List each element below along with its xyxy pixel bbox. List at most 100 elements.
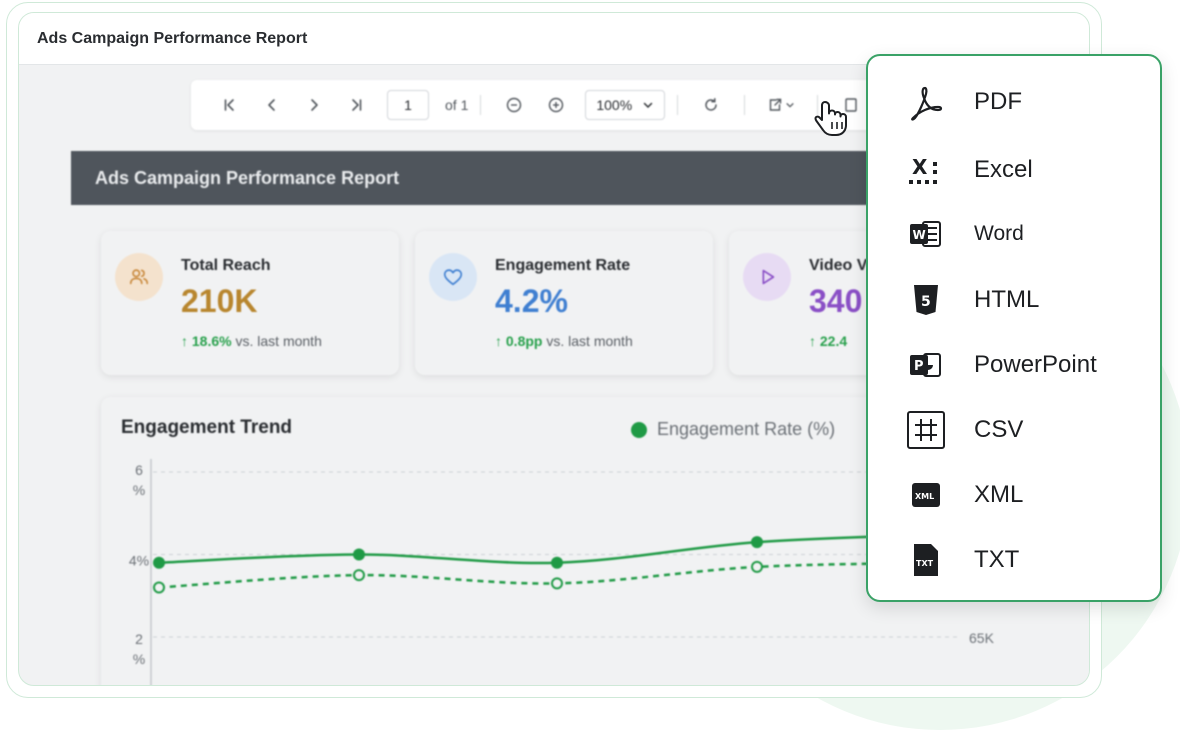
toolbar-divider	[744, 95, 746, 115]
xml-icon: XML	[906, 475, 946, 515]
kpi-change-suffix: vs. last month	[546, 333, 633, 349]
export-option-pdf[interactable]: PDF	[868, 74, 1160, 130]
export-menu: PDF X Excel W Word 5 HTML P PowerPoint C…	[866, 54, 1162, 602]
txt-icon: TXT	[906, 540, 946, 580]
data-point	[751, 560, 763, 573]
zoom-in-button[interactable]	[535, 90, 577, 120]
word-icon: W	[906, 214, 946, 254]
toolbar-divider	[480, 95, 482, 115]
chevron-down-icon	[644, 102, 653, 109]
window-title: Ads Campaign Performance Report	[37, 29, 308, 47]
svg-text:X: X	[912, 155, 928, 179]
chart-legend: Engagement Rate (%)	[631, 419, 835, 440]
export-option-label: CSV	[974, 416, 1024, 443]
kpi-change-value: 18.6%	[191, 333, 232, 349]
kpi-value: 340	[809, 283, 863, 319]
trend-up-icon: ↑	[495, 333, 506, 349]
excel-icon: X	[906, 150, 946, 190]
chevron-left-icon	[268, 99, 275, 111]
users-icon	[115, 253, 163, 301]
legend-label: Engagement Rate (%)	[657, 419, 836, 439]
first-page-button[interactable]	[209, 90, 251, 120]
kpi-change-suffix: vs. last month	[235, 333, 322, 349]
export-option-txt[interactable]: TXT TXT	[868, 532, 1160, 588]
csv-icon	[906, 410, 946, 450]
export-option-label: PDF	[974, 88, 1022, 115]
refresh-button[interactable]	[690, 90, 732, 120]
kpi-change: ↑ 22.4	[809, 333, 847, 349]
report-title: Ads Campaign Performance Report	[95, 167, 400, 188]
data-point	[551, 556, 563, 569]
toolbar-divider	[677, 95, 679, 115]
last-page-button[interactable]	[335, 90, 377, 120]
export-option-html[interactable]: 5 HTML	[868, 272, 1160, 328]
svg-text:TXT: TXT	[916, 559, 934, 568]
export-option-word[interactable]: W Word	[868, 206, 1160, 262]
y-tick-label: %	[133, 651, 145, 667]
data-point	[353, 569, 365, 582]
trend-up-icon: ↑	[809, 333, 820, 349]
kpi-card-total-reach: Total Reach 210K ↑ 18.6% vs. last month	[101, 231, 399, 375]
data-point	[551, 577, 563, 590]
html-icon: 5	[906, 280, 946, 320]
viewer-toolbar: 1 of 1 100%	[191, 80, 891, 130]
kpi-value: 210K	[181, 283, 258, 319]
export-option-xml[interactable]: XML XML	[868, 467, 1160, 523]
export-option-excel[interactable]: X Excel	[868, 142, 1160, 198]
export-option-label: XML	[974, 481, 1024, 508]
last-page-icon	[352, 99, 362, 111]
export-option-powerpoint[interactable]: P PowerPoint	[868, 337, 1160, 393]
hand-pointer-cursor-icon	[814, 101, 847, 136]
svg-text:P: P	[914, 359, 924, 374]
export-option-label: Excel	[974, 156, 1033, 183]
page-count-label: of 1	[445, 97, 469, 113]
data-point	[153, 581, 165, 594]
chevron-down-icon	[786, 103, 794, 108]
export-option-label: Word	[974, 222, 1024, 245]
play-icon	[743, 253, 791, 301]
svg-text:W: W	[913, 228, 926, 242]
refresh-icon	[705, 98, 718, 111]
export-option-label: PowerPoint	[974, 351, 1097, 378]
first-page-icon	[224, 99, 234, 111]
y-tick-label: 2	[135, 631, 143, 647]
kpi-card-engagement-rate: Engagement Rate 4.2% ↑ 0.8pp vs. last mo…	[415, 231, 713, 375]
chevron-right-icon	[311, 99, 318, 111]
export-icon	[770, 98, 782, 111]
export-option-label: TXT	[974, 546, 1020, 573]
kpi-change: ↑ 18.6% vs. last month	[181, 333, 322, 349]
y-tick-label: 4%	[129, 553, 149, 569]
kpi-change: ↑ 0.8pp vs. last month	[495, 333, 633, 349]
data-point	[153, 556, 165, 569]
kpi-label: Total Reach	[181, 257, 271, 274]
page-number-input[interactable]: 1	[387, 90, 429, 120]
y-tick-label: 6	[135, 462, 143, 478]
heart-icon	[429, 253, 477, 301]
y-tick-label: %	[133, 482, 145, 498]
kpi-value: 4.2%	[495, 283, 568, 319]
data-point	[353, 548, 365, 561]
svg-text:5: 5	[921, 294, 931, 310]
trend-up-icon: ↑	[181, 333, 192, 349]
kpi-label: Engagement Rate	[495, 257, 631, 274]
kpi-change-value: 22.4	[819, 333, 848, 349]
zoom-out-button[interactable]	[493, 90, 535, 120]
chart-title: Engagement Trend	[121, 417, 293, 438]
legend-marker	[631, 421, 647, 438]
previous-page-button[interactable]	[251, 90, 293, 120]
zoom-out-icon	[507, 97, 522, 113]
next-page-button[interactable]	[293, 90, 335, 120]
data-point	[751, 536, 763, 549]
export-option-csv[interactable]: CSV	[868, 402, 1160, 458]
kpi-change-value: 0.8pp	[505, 333, 543, 349]
kpi-label: Video V	[809, 257, 868, 274]
pdf-icon	[906, 82, 946, 122]
export-option-label: HTML	[974, 286, 1040, 313]
export-button[interactable]	[757, 90, 805, 120]
powerpoint-icon: P	[906, 345, 946, 385]
svg-text:XML: XML	[915, 492, 934, 501]
zoom-in-icon	[549, 97, 564, 113]
zoom-select[interactable]: 100%	[585, 90, 666, 120]
zoom-value: 100%	[596, 97, 633, 113]
y-right-tick-label: 65K	[969, 630, 995, 646]
